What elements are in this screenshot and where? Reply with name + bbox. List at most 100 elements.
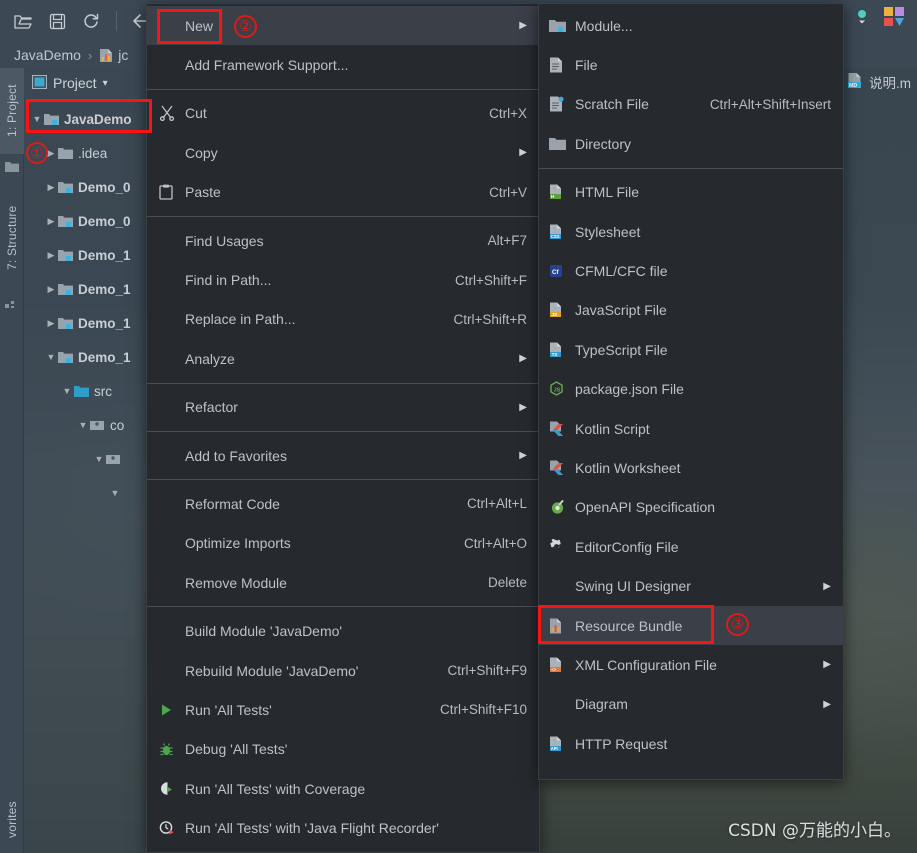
tree-twisty[interactable]: ▼ — [30, 114, 44, 124]
tree-item-package[interactable]: ▼ — [24, 442, 146, 476]
tree-twisty[interactable]: ▼ — [60, 386, 74, 396]
tree-item-module-expanded[interactable]: ▼ Demo_1 — [24, 340, 146, 374]
submenu-item-shortcut: Ctrl+Alt+Shift+Insert — [709, 96, 831, 112]
tree-twisty[interactable]: ▶ — [44, 284, 58, 295]
submenu-item-javascript-file[interactable]: JS JavaScript File — [539, 291, 843, 330]
menu-item-shortcut: Ctrl+X — [489, 105, 527, 121]
menu-item-find-usages[interactable]: Find Usages Alt+F7 — [147, 221, 539, 260]
submenu-separator — [539, 167, 843, 169]
menu-item-optimize-imports[interactable]: Optimize Imports Ctrl+Alt+O — [147, 524, 539, 563]
xml-file-icon: <> — [549, 657, 575, 673]
menu-item-run-with-jfr[interactable]: Run 'All Tests' with 'Java Flight Record… — [147, 808, 539, 847]
sync-refresh-icon[interactable] — [76, 7, 106, 35]
menu-item-reformat-code[interactable]: Reformat Code Ctrl+Alt+L — [147, 484, 539, 523]
tree-item-label: co — [110, 417, 125, 433]
submenu-item-editorconfig-file[interactable]: EditorConfig File — [539, 527, 843, 566]
submenu-item-file[interactable]: File — [539, 45, 843, 84]
breadcrumb-item-project[interactable]: JavaDemo — [14, 47, 81, 63]
submenu-item-resource-bundle[interactable]: Resource Bundle — [539, 605, 843, 646]
svg-text:Cf: Cf — [552, 269, 559, 276]
menu-item-add-framework-support[interactable]: Add Framework Support... — [147, 45, 539, 84]
menu-item-refactor[interactable]: Refactor ▶ — [147, 388, 539, 427]
tree-twisty[interactable]: ▼ — [92, 454, 106, 464]
menu-item-run-with-coverage[interactable]: Run 'All Tests' with Coverage — [147, 769, 539, 808]
save-all-icon[interactable] — [42, 7, 72, 35]
sidebar-item-project[interactable]: 1: Project — [0, 68, 24, 154]
submenu-item-http-request[interactable]: API HTTP Request — [539, 724, 843, 763]
submenu-item-kotlin-script[interactable]: Kotlin Script — [539, 409, 843, 448]
chevron-down-icon[interactable]: ▾ — [103, 78, 108, 89]
tree-item-module[interactable]: ▶ Demo_0 — [24, 170, 146, 204]
menu-item-paste[interactable]: Paste Ctrl+V — [147, 173, 539, 212]
menu-item-cut[interactable]: Cut Ctrl+X — [147, 94, 539, 133]
menu-item-shortcut: Ctrl+Alt+O — [463, 535, 527, 551]
editor-tab-readme[interactable]: MD 说明.m — [847, 72, 911, 92]
tree-twisty[interactable]: ▶ — [44, 182, 58, 193]
menu-item-replace-in-path[interactable]: Replace in Path... Ctrl+Shift+R — [147, 300, 539, 339]
menu-item-add-to-favorites[interactable]: Add to Favorites ▶ — [147, 436, 539, 475]
submenu-item-module[interactable]: Module... — [539, 6, 843, 45]
submenu-item-xml-configuration-file[interactable]: <> XML Configuration File ▶ — [539, 645, 843, 684]
menu-item-label: Add to Favorites — [185, 447, 287, 464]
open-folder-icon[interactable] — [8, 7, 38, 35]
svg-text:CSS: CSS — [551, 234, 560, 239]
tree-item-package[interactable]: ▼ co — [24, 408, 146, 442]
menu-item-run-all-tests[interactable]: Run 'All Tests' Ctrl+Shift+F10 — [147, 690, 539, 729]
submenu-item-package-json-file[interactable]: JS package.json File — [539, 370, 843, 409]
tree-item-src[interactable]: ▼ src — [24, 374, 146, 408]
menu-item-label: Find in Path... — [185, 272, 272, 289]
tree-twisty[interactable]: ▶ — [44, 250, 58, 261]
sidebar-item-favorites[interactable]: vorites — [0, 784, 24, 853]
left-tool-strip: 1: Project 7: Structure vorites — [0, 68, 24, 853]
submenu-item-openapi-specification[interactable]: OpenAPI Specification — [539, 488, 843, 527]
submenu-item-label: package.json File — [575, 381, 684, 398]
tree-item-label: JavaDemo — [64, 111, 132, 127]
tree-twisty[interactable]: ▼ — [44, 352, 58, 362]
menu-item-copy[interactable]: Copy ▶ — [147, 133, 539, 172]
menu-item-label: Copy — [185, 144, 218, 161]
tree-item-javademo[interactable]: ▼ JavaDemo — [24, 102, 146, 136]
html-file-icon: H — [549, 184, 575, 200]
tree-item-module[interactable]: ▶ Demo_1 — [24, 238, 146, 272]
menu-item-debug-all-tests[interactable]: Debug 'All Tests' — [147, 730, 539, 769]
css-file-icon: CSS — [549, 224, 575, 240]
submenu-item-scratch-file[interactable]: Scratch File Ctrl+Alt+Shift+Insert — [539, 85, 843, 124]
submenu-item-cfml-file[interactable]: Cf CFML/CFC file — [539, 251, 843, 290]
tree-twisty[interactable]: ▼ — [108, 488, 122, 498]
tree-item-nested[interactable]: ▼ — [24, 476, 146, 510]
tree-item-module[interactable]: ▶ Demo_0 — [24, 204, 146, 238]
menu-item-label: Find Usages — [185, 232, 264, 249]
menu-item-rebuild-module[interactable]: Rebuild Module 'JavaDemo' Ctrl+Shift+F9 — [147, 651, 539, 690]
submenu-item-label: Module... — [575, 17, 633, 34]
menu-item-build-module[interactable]: Build Module 'JavaDemo' — [147, 611, 539, 650]
submenu-item-directory[interactable]: Directory — [539, 124, 843, 163]
tree-item-module[interactable]: ▶ Demo_1 — [24, 306, 146, 340]
gear-icon — [549, 539, 575, 554]
submenu-item-typescript-file[interactable]: TS TypeScript File — [539, 330, 843, 369]
chevron-right-icon: ▶ — [519, 20, 527, 32]
submenu-item-diagram[interactable]: Diagram ▶ — [539, 685, 843, 724]
openapi-icon — [549, 499, 575, 515]
tree-twisty[interactable]: ▼ — [76, 420, 90, 430]
menu-item-find-in-path[interactable]: Find in Path... Ctrl+Shift+F — [147, 260, 539, 299]
tree-item-label: Demo_1 — [78, 281, 131, 297]
tree-twisty[interactable]: ▶ — [44, 318, 58, 329]
tree-twisty[interactable]: ▶ — [44, 216, 58, 227]
menu-item-remove-module[interactable]: Remove Module Delete — [147, 563, 539, 602]
menu-item-new[interactable]: New ▶ — [147, 6, 539, 46]
project-panel-header[interactable]: Project ▾ — [24, 68, 146, 98]
tree-item-module[interactable]: ▶ Demo_1 — [24, 272, 146, 306]
menu-item-label: Reformat Code — [185, 495, 280, 512]
layout-widgets-icon[interactable] — [883, 6, 909, 33]
submenu-item-label: Stylesheet — [575, 223, 641, 240]
submenu-item-kotlin-worksheet[interactable]: Kotlin Worksheet — [539, 448, 843, 487]
debug-bug-icon — [159, 742, 185, 757]
submenu-item-stylesheet[interactable]: CSS Stylesheet — [539, 212, 843, 251]
breadcrumb-item-file[interactable]: jc — [118, 47, 128, 63]
submenu-item-html-file[interactable]: H HTML File — [539, 173, 843, 212]
sidebar-item-structure[interactable]: 7: Structure — [0, 186, 24, 290]
search-everywhere-icon[interactable] — [851, 6, 873, 33]
submenu-item-swing-ui-designer[interactable]: Swing UI Designer ▶ — [539, 566, 843, 605]
kotlin-file-icon — [549, 421, 575, 437]
menu-item-analyze[interactable]: Analyze ▶ — [147, 339, 539, 378]
